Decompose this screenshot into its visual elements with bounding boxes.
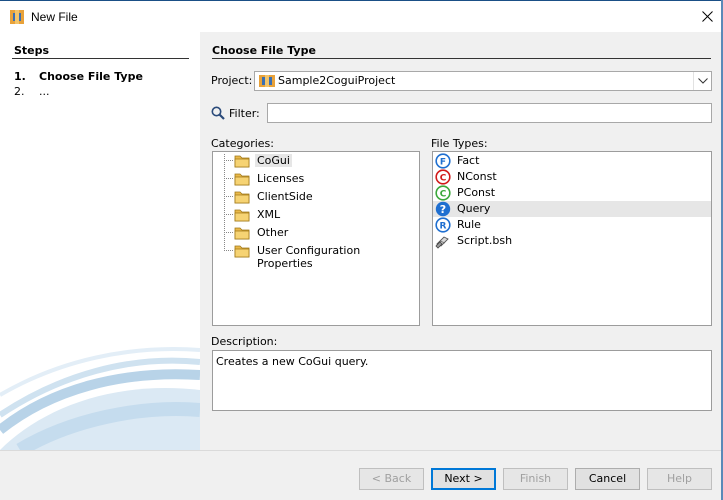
- category-item-clientside[interactable]: ClientSide: [213, 188, 419, 206]
- category-item-xml[interactable]: XML: [213, 206, 419, 224]
- steps-divider: [12, 58, 189, 59]
- title-bar: New File: [0, 0, 723, 32]
- folder-icon: [234, 245, 250, 258]
- steps-pane: Steps 1. Choose File Type 2....: [0, 32, 200, 450]
- file-type-item-pconst[interactable]: C PConst: [433, 185, 711, 201]
- rule-icon: R: [435, 217, 451, 233]
- file-types-list[interactable]: F Fact C NConst C PConst ? Query R Rule …: [432, 151, 712, 326]
- finish-button[interactable]: Finish: [503, 468, 568, 490]
- nconst-icon: C: [435, 169, 451, 185]
- dropdown-arrow[interactable]: [693, 72, 711, 90]
- step-label: ...: [39, 85, 50, 98]
- file-type-item-nconst[interactable]: C NConst: [433, 169, 711, 185]
- description-label: Description:: [211, 335, 278, 348]
- file-type-item-rule[interactable]: R Rule: [433, 217, 711, 233]
- svg-text:C: C: [440, 174, 447, 184]
- folder-icon: [234, 155, 250, 168]
- file-types-label: File Types:: [431, 137, 488, 150]
- chevron-down-icon: [698, 78, 708, 84]
- file-type-item-script[interactable]: Script.bsh: [433, 233, 711, 249]
- category-item-other[interactable]: Other: [213, 224, 419, 242]
- category-label: User Configuration Properties: [257, 244, 361, 270]
- pconst-icon: C: [435, 185, 451, 201]
- decorative-swoosh: [0, 347, 200, 450]
- category-label: ClientSide: [257, 190, 313, 203]
- project-label: Project:: [211, 74, 253, 87]
- step-2: 2....: [14, 85, 50, 98]
- next-button[interactable]: Next >: [431, 468, 496, 490]
- script-icon: [435, 236, 449, 249]
- file-type-label: PConst: [457, 186, 496, 199]
- filter-label: Filter:: [229, 107, 260, 120]
- search-icon: [211, 106, 225, 120]
- query-icon: ?: [435, 201, 451, 217]
- category-label: Other: [257, 226, 289, 239]
- filter-input[interactable]: [267, 103, 712, 123]
- help-button[interactable]: Help: [647, 468, 712, 490]
- category-label: XML: [257, 208, 281, 221]
- file-type-label: Script.bsh: [457, 234, 513, 247]
- description-box: Creates a new CoGui query.: [212, 350, 712, 411]
- folder-icon: [234, 209, 250, 222]
- window-title: New File: [31, 10, 78, 24]
- svg-text:R: R: [440, 222, 447, 232]
- category-item-user-configuration-properties[interactable]: User Configuration Properties: [213, 242, 419, 270]
- file-type-label: Fact: [457, 154, 480, 167]
- folder-icon: [234, 173, 250, 186]
- category-label: CoGui: [255, 154, 292, 167]
- folder-icon: [234, 227, 250, 240]
- svg-text:?: ?: [440, 203, 446, 216]
- close-icon: [702, 11, 713, 22]
- folder-icon: [234, 191, 250, 204]
- step-1: 1. Choose File Type: [14, 70, 143, 83]
- description-text: Creates a new CoGui query.: [216, 355, 369, 368]
- category-label: Licenses: [257, 172, 305, 185]
- file-type-label: Rule: [457, 218, 481, 231]
- steps-heading: Steps: [14, 44, 50, 57]
- section-heading: Choose File Type: [212, 44, 316, 57]
- svg-text:C: C: [440, 190, 447, 200]
- file-type-label: NConst: [457, 170, 497, 183]
- back-button[interactable]: < Back: [359, 468, 424, 490]
- section-divider: [212, 58, 711, 59]
- categories-label: Categories:: [211, 137, 274, 150]
- categories-tree[interactable]: CoGui Licenses ClientSide XML Other User…: [212, 151, 420, 326]
- close-button[interactable]: [693, 1, 723, 32]
- step-label: Choose File Type: [39, 70, 143, 83]
- project-select[interactable]: Sample2CoguiProject: [254, 71, 712, 91]
- project-icon: [259, 75, 275, 87]
- netbeans-icon: [10, 10, 24, 24]
- step-number: 1.: [14, 70, 26, 83]
- category-item-cogui[interactable]: CoGui: [213, 152, 419, 170]
- file-type-label: Query: [457, 202, 491, 215]
- file-type-item-query[interactable]: ? Query: [433, 201, 711, 217]
- file-type-item-fact[interactable]: F Fact: [433, 153, 711, 169]
- fact-icon: F: [435, 153, 451, 169]
- project-value: Sample2CoguiProject: [278, 74, 396, 87]
- svg-text:F: F: [440, 158, 446, 168]
- category-item-licenses[interactable]: Licenses: [213, 170, 419, 188]
- cancel-button[interactable]: Cancel: [575, 468, 640, 490]
- step-number: 2.: [14, 85, 25, 98]
- content-pane: Choose File Type Project: Sample2CoguiPr…: [200, 32, 721, 450]
